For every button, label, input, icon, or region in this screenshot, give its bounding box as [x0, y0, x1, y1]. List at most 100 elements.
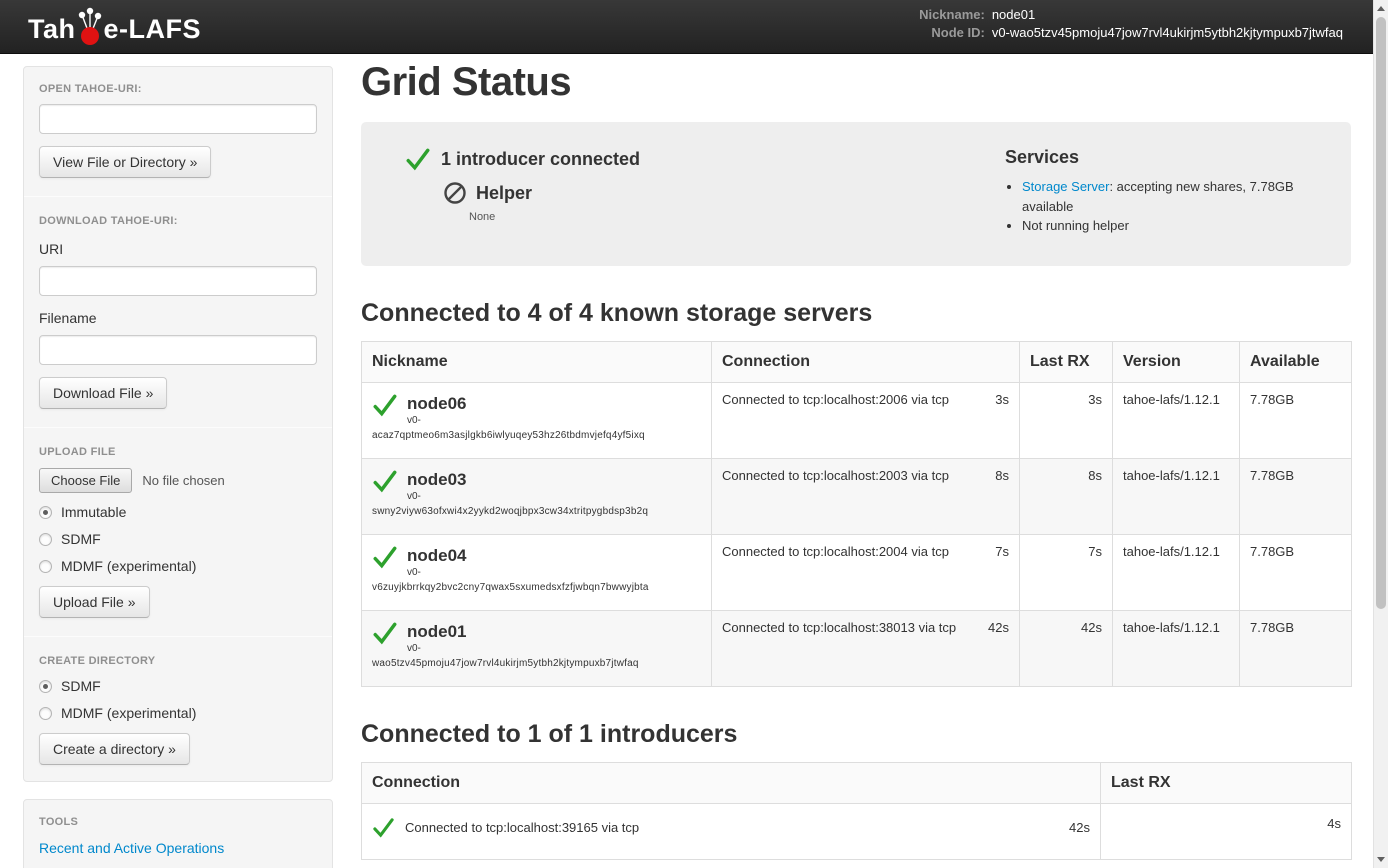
server-id-prefix: v0-: [407, 415, 467, 426]
download-file-button[interactable]: Download File »: [39, 377, 167, 409]
create-directory-label: CREATE DIRECTORY: [39, 655, 317, 667]
sidebar-divider: [24, 196, 332, 197]
radio-icon[interactable]: [39, 707, 52, 720]
dir-format-sdmf[interactable]: SDMF: [39, 678, 317, 694]
server-row-node04: node04 v0- v6zuyjkbrrkqy2bvc2cny7qwax5sx…: [362, 534, 1352, 610]
server-id-prefix: v0-: [407, 491, 467, 502]
last-rx-cell: 3s: [1020, 382, 1113, 458]
available-cell: 7.78GB: [1240, 610, 1352, 686]
sidebar-forms-panel: OPEN TAHOE-URI: View File or Directory »…: [23, 66, 333, 782]
radio-label: SDMF: [61, 678, 101, 694]
last-rx-cell: 7s: [1020, 534, 1113, 610]
version-cell: tahoe-lafs/1.12.1: [1113, 610, 1240, 686]
introducer-connection-text: Connected to tcp:localhost:39165 via tcp: [405, 820, 639, 835]
open-tahoe-uri-label: OPEN TAHOE-URI:: [39, 83, 317, 95]
connection-age: 8s: [995, 468, 1009, 483]
introducers-heading: Connected to 1 of 1 introducers: [361, 720, 1351, 749]
radio-label: Immutable: [61, 504, 126, 520]
radio-icon[interactable]: [39, 533, 52, 546]
radio-label: MDMF (experimental): [61, 705, 196, 721]
no-helper-icon: [443, 181, 467, 205]
vertical-scrollbar[interactable]: [1373, 0, 1388, 868]
server-nickname: node06: [407, 392, 467, 414]
sidebar-divider: [24, 636, 332, 637]
upload-format-sdmf[interactable]: SDMF: [39, 531, 317, 547]
radio-icon[interactable]: [39, 560, 52, 573]
tahoe-node-icon: [77, 7, 103, 47]
connection-cell: Connected to tcp:localhost:38013 via tcp…: [712, 610, 1020, 686]
server-id-hash: wao5tzv45pmoju47jow7rvl4ukirjm5ytbh2kjty…: [372, 658, 701, 669]
col-connection: Connection: [712, 341, 1020, 382]
sidebar-divider: [24, 427, 332, 428]
radio-label: SDMF: [61, 531, 101, 547]
helper-title: Helper: [476, 183, 532, 204]
filename-field-label: Filename: [39, 310, 317, 326]
table-header-row: Connection Last RX: [362, 762, 1352, 803]
radio-icon[interactable]: [39, 680, 52, 693]
radio-icon[interactable]: [39, 506, 52, 519]
check-icon: [372, 816, 395, 839]
tools-panel: TOOLS Recent and Active Operations: [23, 799, 333, 868]
scrollbar-thumb[interactable]: [1376, 17, 1386, 609]
choose-file-button[interactable]: Choose File: [39, 468, 132, 493]
scroll-down-arrow-icon[interactable]: [1377, 857, 1385, 862]
nickname-cell: node04 v0- v6zuyjkbrrkqy2bvc2cny7qwax5sx…: [362, 534, 712, 610]
connection-cell: Connected to tcp:localhost:2003 via tcp8…: [712, 458, 1020, 534]
tahoe-lafs-logo: Tah e-LAFS: [28, 7, 201, 47]
connection-cell: Connected to tcp:localhost:2004 via tcp7…: [712, 534, 1020, 610]
col-available: Available: [1240, 341, 1352, 382]
upload-format-mdmf[interactable]: MDMF (experimental): [39, 558, 317, 574]
introducers-table: Connection Last RX Connected to tcp:loca…: [361, 762, 1352, 860]
services-panel: Services Storage Server: accepting new s…: [1005, 146, 1323, 236]
server-id-hash: v6zuyjkbrrkqy2bvc2cny7qwax5sxumedsxfzfjw…: [372, 582, 701, 593]
last-rx-cell: 42s: [1020, 610, 1113, 686]
introducer-row: Connected to tcp:localhost:39165 via tcp…: [362, 803, 1352, 859]
available-cell: 7.78GB: [1240, 382, 1352, 458]
service-storage-item: Storage Server: accepting new shares, 7.…: [1022, 177, 1323, 216]
col-last-rx: Last RX: [1101, 762, 1352, 803]
server-nickname: node01: [407, 620, 467, 642]
col-version: Version: [1113, 341, 1240, 382]
server-id-hash: swny2viyw63ofxwi4x2yykd2woqjbpx3cw34xtri…: [372, 506, 701, 517]
uri-field-label: URI: [39, 241, 317, 257]
table-header-row: Nickname Connection Last RX Version Avai…: [362, 341, 1352, 382]
storage-servers-heading: Connected to 4 of 4 known storage server…: [361, 299, 1351, 328]
server-id-hash: acaz7qptmeo6m3asjlgkb6iwlyuqey53hz26tbdm…: [372, 430, 701, 441]
server-nickname: node04: [407, 544, 467, 566]
nickname-cell: node01 v0- wao5tzv45pmoju47jow7rvl4ukirj…: [362, 610, 712, 686]
node-info: Nickname: node01 Node ID: v0-wao5tzv45pm…: [919, 7, 1343, 40]
check-icon: [372, 468, 398, 494]
filename-input[interactable]: [39, 335, 317, 365]
create-directory-button[interactable]: Create a directory »: [39, 733, 190, 765]
recent-operations-link[interactable]: Recent and Active Operations: [39, 840, 224, 856]
brand-text-pre: Tah: [28, 14, 76, 44]
col-nickname: Nickname: [362, 341, 712, 382]
top-navbar: Tah e-LAFS Nickname: node01 Node ID: v0-…: [0, 0, 1373, 54]
tools-label: TOOLS: [39, 816, 317, 828]
grid-status-summary: 1 introducer connected Helper None Servi…: [361, 122, 1351, 266]
open-tahoe-uri-input[interactable]: [39, 104, 317, 134]
last-rx-cell: 4s: [1101, 803, 1352, 859]
view-file-or-directory-button[interactable]: View File or Directory »: [39, 146, 211, 178]
node-id-value: v0-wao5tzv45pmoju47jow7rvl4ukirjm5ytbh2k…: [992, 25, 1343, 40]
sidebar: OPEN TAHOE-URI: View File or Directory »…: [23, 66, 333, 868]
nickname-cell: node03 v0- swny2viyw63ofxwi4x2yykd2woqjb…: [362, 458, 712, 534]
file-picker: Choose File No file chosen: [39, 468, 317, 493]
node-id-label: Node ID:: [919, 25, 985, 40]
last-rx-cell: 8s: [1020, 458, 1113, 534]
upload-format-immutable[interactable]: Immutable: [39, 504, 317, 520]
brand-text-post: e-LAFS: [104, 14, 202, 44]
scroll-up-arrow-icon[interactable]: [1377, 6, 1385, 11]
upload-file-label: UPLOAD FILE: [39, 446, 317, 458]
dir-format-mdmf[interactable]: MDMF (experimental): [39, 705, 317, 721]
uri-input[interactable]: [39, 266, 317, 296]
server-id-prefix: v0-: [407, 567, 467, 578]
download-tahoe-uri-label: DOWNLOAD TAHOE-URI:: [39, 215, 317, 227]
storage-server-link[interactable]: Storage Server: [1022, 179, 1109, 194]
main-content: Grid Status 1 introducer connected Helpe…: [361, 54, 1351, 860]
upload-file-button[interactable]: Upload File »: [39, 586, 150, 618]
nickname-value: node01: [992, 7, 1343, 22]
check-icon: [372, 392, 398, 418]
check-icon: [372, 620, 398, 646]
connection-age: 42s: [988, 620, 1009, 635]
